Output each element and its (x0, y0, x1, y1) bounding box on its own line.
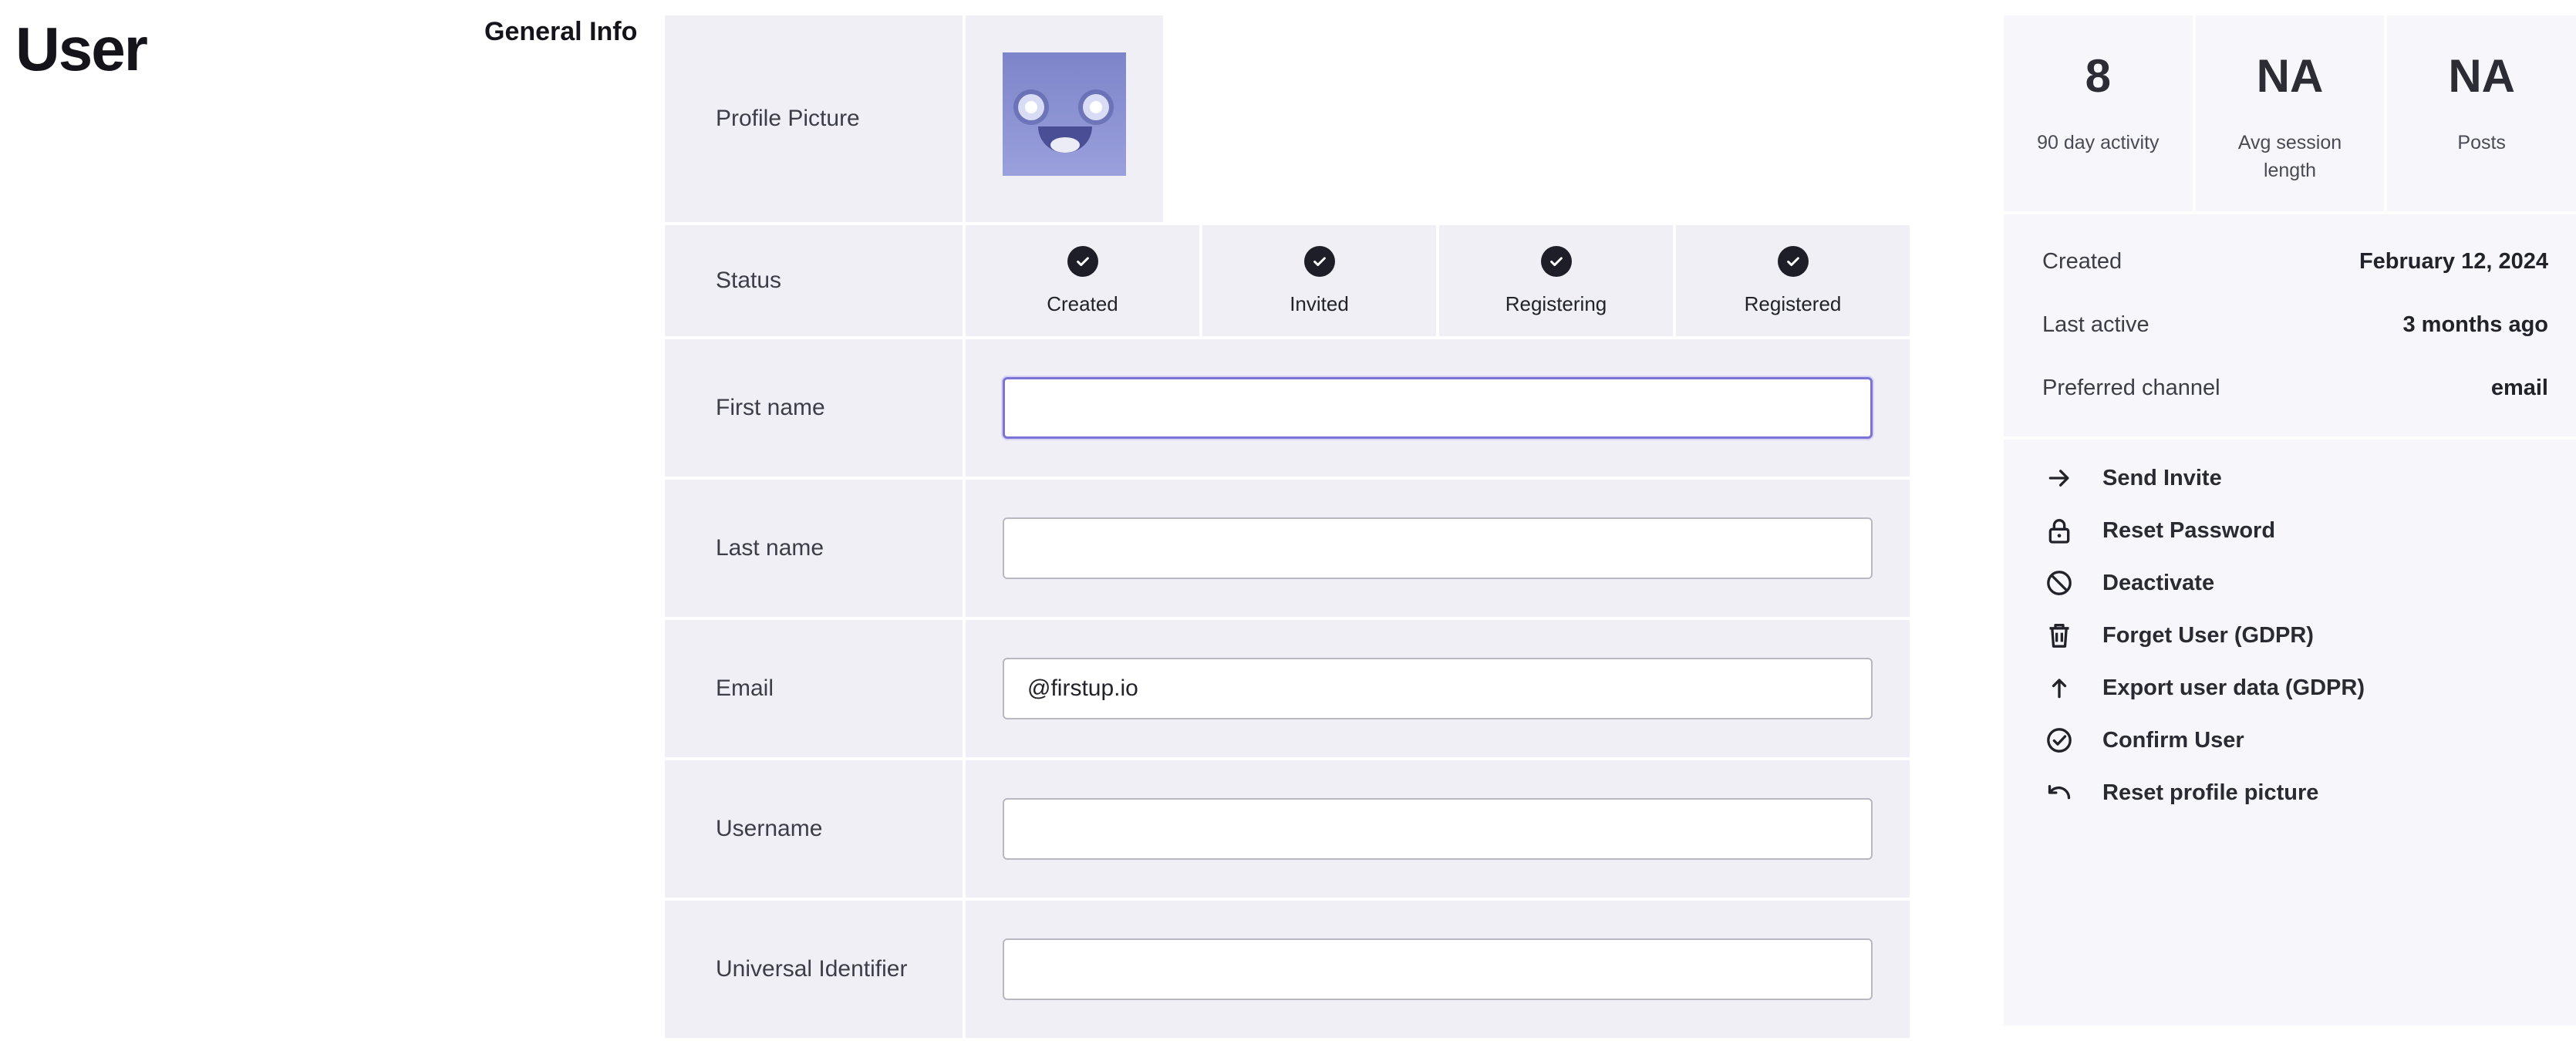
meta-value: February 12, 2024 (2359, 248, 2548, 274)
action-label: Reset Password (2102, 517, 2276, 543)
first-name-label: First name (665, 339, 963, 477)
action-label: Reset profile picture (2102, 780, 2319, 805)
meta-created: Created February 12, 2024 (2042, 230, 2548, 293)
username-label: Username (665, 760, 963, 898)
last-name-cell (966, 480, 1910, 617)
email-cell (966, 620, 1910, 757)
stat-value: NA (2448, 50, 2516, 102)
stat-label: Avg session length (2237, 132, 2342, 181)
status-step-label: Registering (1505, 291, 1607, 315)
status-label: Status (665, 225, 963, 336)
email-label: Email (665, 620, 963, 757)
username-input[interactable] (1003, 798, 1873, 860)
lock-icon (2042, 514, 2076, 547)
stat-avg-session-length: NA Avg session length (2195, 15, 2385, 211)
action-label: Forget User (GDPR) (2102, 622, 2314, 648)
stat-90-day-activity: 8 90 day activity (2004, 15, 2193, 211)
meta-key: Preferred channel (2042, 375, 2220, 400)
check-circle-icon (2042, 723, 2076, 757)
avatar[interactable] (1003, 52, 1126, 176)
reset-profile-picture-button[interactable]: Reset profile picture (2042, 766, 2576, 819)
last-name-input[interactable] (1003, 517, 1873, 579)
stat-value: 8 (2085, 50, 2112, 102)
reset-password-button[interactable]: Reset Password (2042, 504, 2576, 557)
stat-label: Posts (2457, 132, 2506, 153)
send-invite-button[interactable]: Send Invite (2042, 452, 2576, 504)
arrow-up-icon (2042, 671, 2076, 705)
username-row: Username (665, 760, 1910, 898)
status-step-invited: Invited (1202, 225, 1436, 336)
first-name-input[interactable] (1003, 377, 1873, 439)
meta-value: 3 months ago (2402, 312, 2548, 337)
status-step-label: Invited (1290, 291, 1349, 315)
action-label: Export user data (GDPR) (2102, 675, 2365, 700)
export-user-data-button[interactable]: Export user data (GDPR) (2042, 662, 2576, 714)
check-icon (1540, 245, 1572, 277)
status-step-registered: Registered (1676, 225, 1910, 336)
status-step-label: Registered (1744, 291, 1842, 315)
universal-identifier-row: Universal Identifier (665, 901, 1910, 1038)
check-icon (1067, 245, 1098, 277)
deactivate-button[interactable]: Deactivate (2042, 557, 2576, 609)
meta-last-active: Last active 3 months ago (2042, 293, 2548, 356)
user-sidebar: 8 90 day activity NA Avg session length … (2004, 15, 2576, 1026)
action-label: Send Invite (2102, 465, 2222, 490)
user-meta-panel: Created February 12, 2024 Last active 3 … (2004, 214, 2576, 436)
check-icon (1777, 245, 1809, 277)
status-row: Status Created Invited Registering Regis… (665, 225, 1910, 336)
meta-value: email (2490, 375, 2548, 400)
meta-key: Created (2042, 248, 2123, 274)
undo-icon (2042, 776, 2076, 810)
action-label: Confirm User (2102, 727, 2244, 753)
user-actions-panel: Send Invite Reset Password Deactivate Fo… (2004, 440, 2576, 1026)
confirm-user-button[interactable]: Confirm User (2042, 714, 2576, 766)
stat-value: NA (2256, 50, 2324, 102)
section-title: General Info (484, 17, 638, 46)
avatar-eye-icon (1083, 94, 1109, 120)
universal-identifier-label: Universal Identifier (665, 901, 963, 1038)
profile-picture-label: Profile Picture (665, 15, 963, 222)
trash-icon (2042, 618, 2076, 652)
page-title: User (15, 15, 148, 83)
username-cell (966, 760, 1910, 898)
email-row: Email (665, 620, 1910, 757)
profile-picture-row: Profile Picture (665, 15, 1910, 222)
ban-icon (2042, 566, 2076, 600)
universal-identifier-input[interactable] (1003, 938, 1873, 1000)
action-label: Deactivate (2102, 570, 2215, 595)
avatar-mouth-icon (1038, 126, 1092, 153)
status-steps: Created Invited Registering Registered (966, 225, 1910, 336)
first-name-cell (966, 339, 1910, 477)
stat-posts: NA Posts (2387, 15, 2576, 211)
first-name-row: First name (665, 339, 1910, 477)
check-icon (1303, 245, 1335, 277)
profile-picture-cell (966, 15, 1163, 222)
meta-preferred-channel: Preferred channel email (2042, 356, 2548, 419)
universal-identifier-cell (966, 901, 1910, 1038)
avatar-eye-icon (1018, 94, 1044, 120)
last-name-label: Last name (665, 480, 963, 617)
general-info-form: Profile Picture Status Created Invited R… (665, 15, 1910, 1041)
meta-key: Last active (2042, 312, 2149, 337)
arrow-right-icon (2042, 461, 2076, 495)
stats-panel: 8 90 day activity NA Avg session length … (2004, 15, 2576, 211)
status-step-registering: Registering (1439, 225, 1673, 336)
status-step-created: Created (966, 225, 1199, 336)
status-step-label: Created (1047, 291, 1118, 315)
email-input[interactable] (1003, 658, 1873, 719)
forget-user-button[interactable]: Forget User (GDPR) (2042, 609, 2576, 662)
last-name-row: Last name (665, 480, 1910, 617)
stat-label: 90 day activity (2037, 132, 2160, 153)
